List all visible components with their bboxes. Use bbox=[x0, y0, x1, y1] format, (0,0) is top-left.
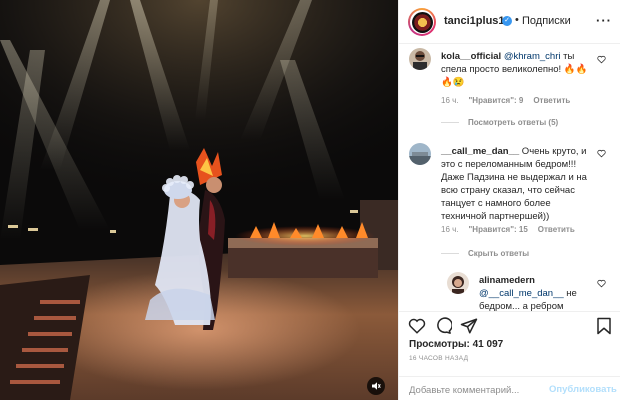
comment-form: Опубликовать bbox=[399, 376, 620, 400]
verified-icon: ✓ bbox=[502, 16, 512, 26]
views-count[interactable]: Просмотры: 41 097 bbox=[409, 339, 503, 350]
author-avatar[interactable] bbox=[408, 8, 436, 36]
comment-icon[interactable] bbox=[434, 317, 452, 335]
comment-body: __call_me_dan__ Очень круто, и это с пер… bbox=[441, 145, 596, 223]
comment-mention[interactable]: @khram_chri bbox=[504, 51, 561, 62]
more-icon[interactable]: ··· bbox=[596, 13, 612, 28]
share-icon[interactable] bbox=[460, 317, 478, 335]
reply-body: alinamedern @__call_me_dan__ не бедром..… bbox=[479, 274, 597, 311]
view-replies-label: Посмотреть ответы (5) bbox=[468, 118, 559, 127]
replies-divider bbox=[441, 253, 459, 254]
comment-username[interactable]: kola__official bbox=[441, 51, 501, 62]
comment-avatar[interactable] bbox=[409, 143, 431, 165]
mute-icon bbox=[372, 382, 381, 390]
comment-avatar[interactable] bbox=[409, 48, 431, 70]
comment-meta: 16 ч. "Нравится": 15 Ответить bbox=[441, 225, 575, 234]
comment-time[interactable]: 16 ч. bbox=[441, 96, 459, 105]
publish-button[interactable]: Опубликовать bbox=[549, 384, 617, 395]
comment-likes[interactable]: "Нравится": 9 bbox=[469, 96, 524, 105]
replies-divider bbox=[441, 122, 459, 123]
views-label: Просмотры: bbox=[409, 339, 470, 350]
comment-likes[interactable]: "Нравится": 15 bbox=[469, 225, 528, 234]
comment-username[interactable]: __call_me_dan__ bbox=[441, 146, 519, 157]
bookmark-icon[interactable] bbox=[595, 317, 613, 335]
author-username[interactable]: tanci1plus1 bbox=[444, 15, 505, 27]
reply-username[interactable]: alinamedern bbox=[479, 275, 535, 286]
post-actions: Просмотры: 41 097 16 ЧАСОВ НАЗАД Опублик… bbox=[399, 311, 620, 400]
comment-meta: 16 ч. "Нравится": 9 Ответить bbox=[441, 96, 570, 105]
heart-icon[interactable] bbox=[408, 317, 426, 335]
header-separator: • bbox=[515, 14, 519, 26]
hide-replies-label: Скрыть ответы bbox=[468, 249, 530, 258]
mute-button[interactable] bbox=[367, 377, 385, 395]
show-logo bbox=[411, 11, 433, 33]
post-header: tanci1plus1 ✓ • Подписки ··· bbox=[399, 0, 620, 44]
view-replies-button[interactable]: Посмотреть ответы (5) bbox=[441, 118, 558, 127]
comment-like-icon[interactable] bbox=[597, 55, 606, 64]
reply-button[interactable]: Ответить bbox=[538, 225, 575, 234]
comment-like-icon[interactable] bbox=[597, 149, 606, 158]
views-value: 41 097 bbox=[472, 339, 504, 350]
reply-like-icon[interactable] bbox=[597, 279, 606, 288]
reply-mention[interactable]: @__call_me_dan__ bbox=[479, 288, 564, 299]
post-video[interactable] bbox=[0, 0, 398, 400]
comment-input[interactable] bbox=[409, 382, 549, 398]
reply-button[interactable]: Ответить bbox=[533, 96, 570, 105]
stage-scene bbox=[0, 0, 398, 400]
following-button[interactable]: Подписки bbox=[522, 15, 571, 27]
post-timestamp[interactable]: 16 ЧАСОВ НАЗАД bbox=[409, 355, 468, 362]
post-side-panel: tanci1plus1 ✓ • Подписки ··· kola__offic… bbox=[398, 0, 620, 400]
comment-body: kola__official @khram_chri ты спела прос… bbox=[441, 50, 591, 89]
comment-time[interactable]: 16 ч. bbox=[441, 225, 459, 234]
comments-list: kola__official @khram_chri ты спела прос… bbox=[399, 45, 620, 311]
comment-text: Очень круто, и это с переломанным бедром… bbox=[441, 146, 587, 222]
reply-avatar[interactable] bbox=[447, 272, 469, 294]
hide-replies-button[interactable]: Скрыть ответы bbox=[441, 249, 529, 258]
